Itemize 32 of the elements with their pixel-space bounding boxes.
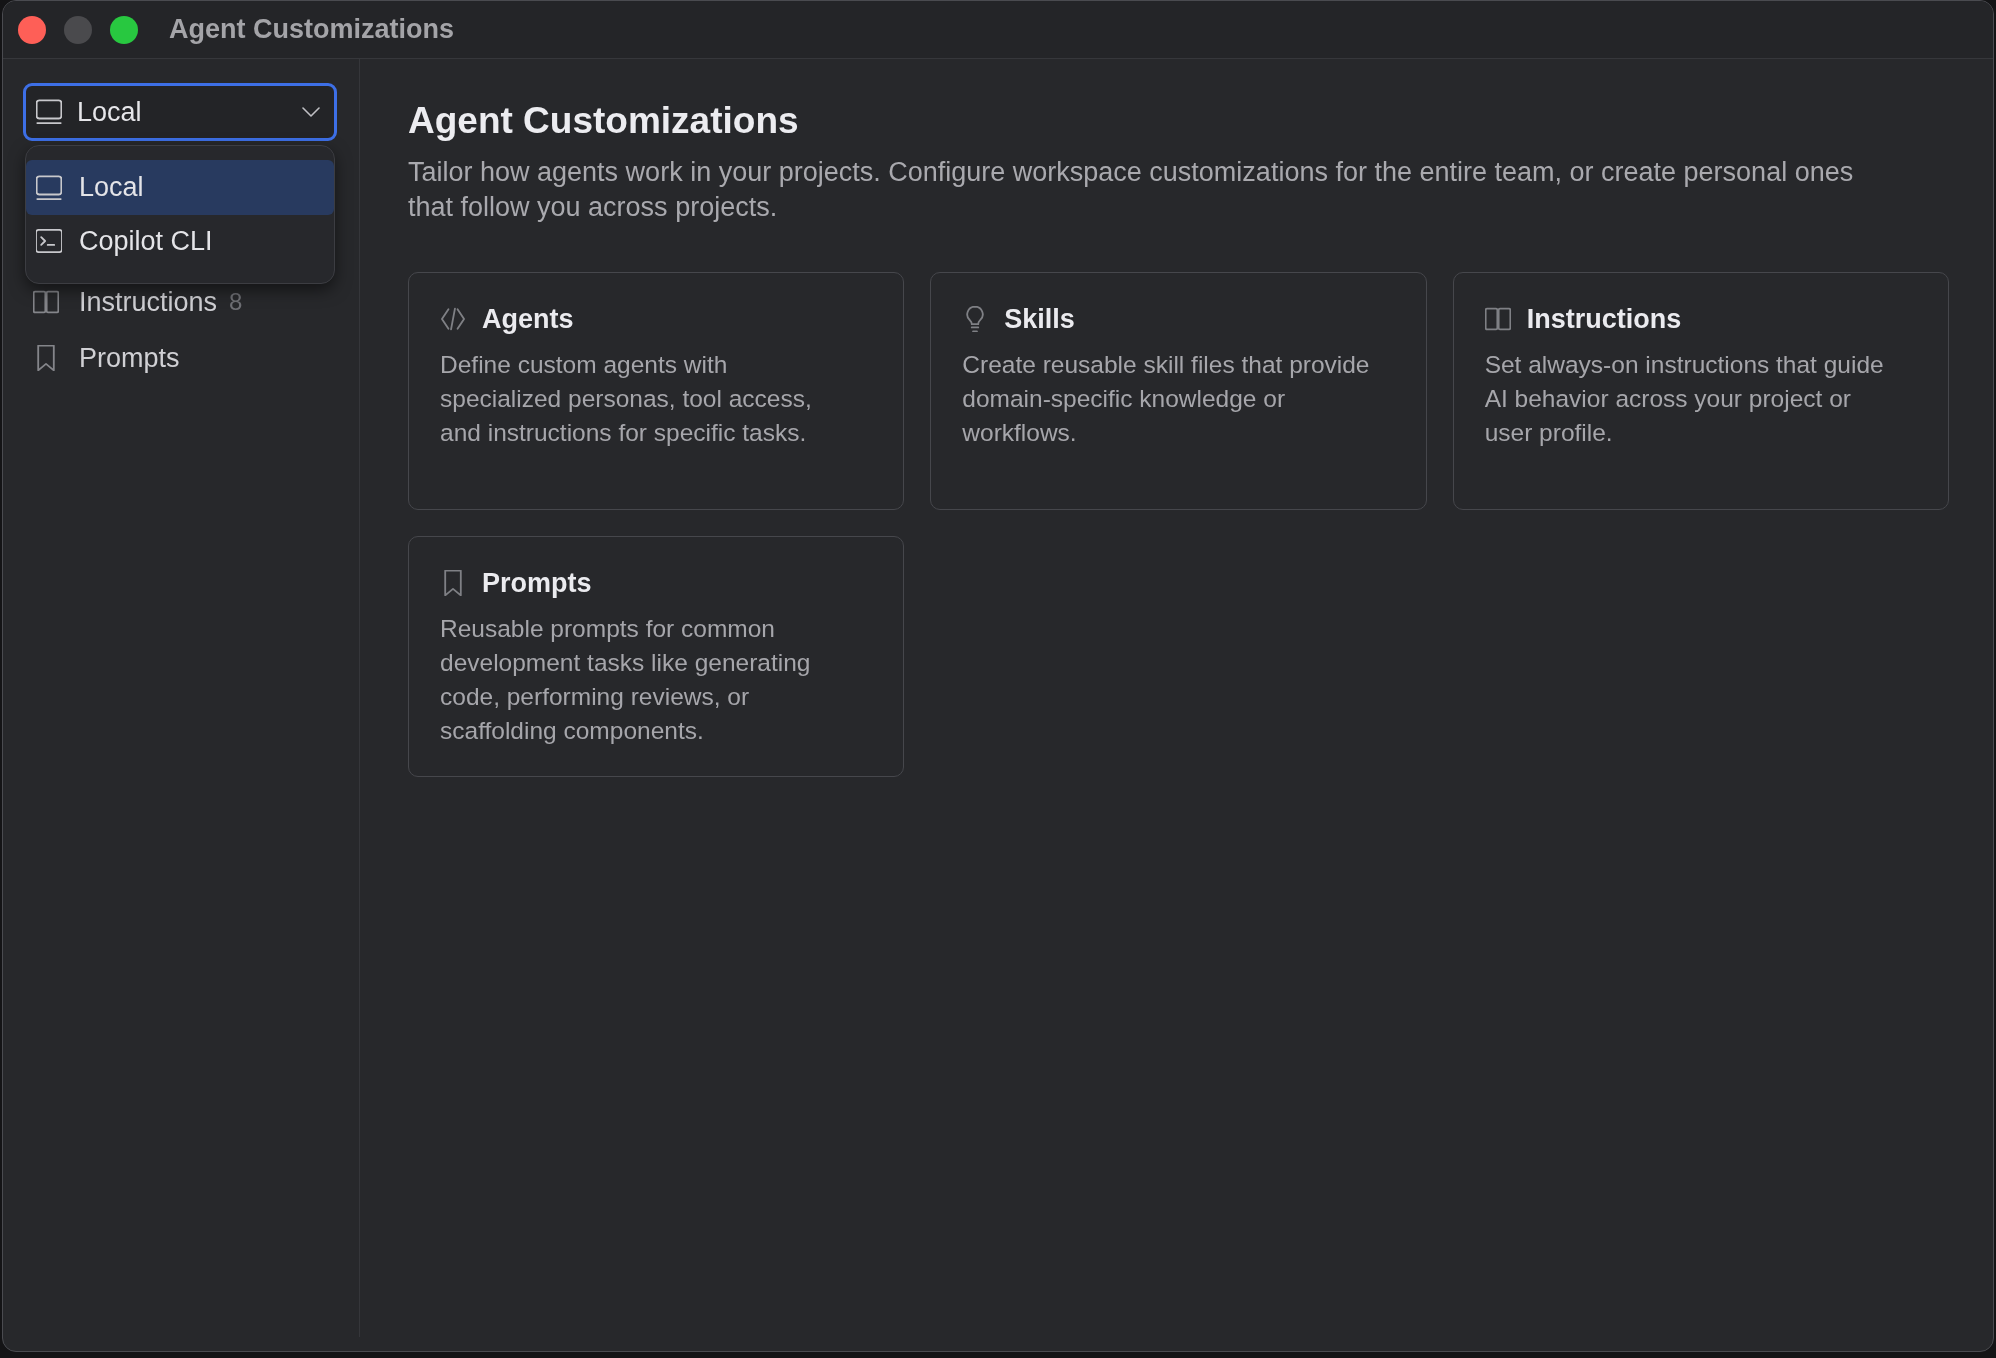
window-title: Agent Customizations [169,14,454,45]
sidebar-item-label: Prompts [79,342,180,374]
card-title: Agents [482,303,574,336]
card-description: Reusable prompts for common development tasks like generating code, performing reviews, or scaffolding components. [440,614,812,746]
zoom-window-icon[interactable] [110,15,138,44]
page-description: Tailor how agents work in your projects. Configure workspace customizations for the entire team, or create personal ones that follow you across projects. [408,156,1855,224]
terminal-icon [36,228,62,254]
sidebar-item[interactable]: Prompts [23,343,339,373]
dropdown-option[interactable]: Copilot CLI [26,215,334,267]
card-title: Prompts [482,567,592,600]
monitor-icon [36,99,62,125]
code-brackets-icon [440,306,466,332]
customization-card[interactable]: Instructions Set always-on instructions that guide AI behavior across your project or user profile. [1452,272,1949,510]
card-description: Set always-on instructions that guide AI behavior across your project or user profile. [1484,350,1885,448]
customization-card[interactable]: Agents Define custom agents with specialized personas, tool access, and instructions for specific tasks. [408,272,905,510]
page-heading: Agent Customizations [408,99,800,142]
source-select[interactable]: Local [23,83,337,141]
book-icon [33,289,59,315]
customization-card[interactable]: Prompts Reusable prompts for common development tasks like generating code, performing reviews, or scaffolding components. [408,536,905,777]
sidebar-item-label: Instructions [79,286,218,318]
item-count: 8 [229,288,243,316]
card-description: Define custom agents with specialized personas, tool access, and instructions for specific tasks. [440,350,813,448]
sidebar-item[interactable]: Instructions 8 [23,287,339,317]
customization-card[interactable]: Skills Create reusable skill files that provide domain-specific knowledge or workflows. [930,272,1427,510]
close-window-icon[interactable] [18,15,46,44]
monitor-icon [36,174,62,201]
chevron-down-icon [302,106,320,118]
card-description: Create reusable skill files that provide domain-specific knowledge or workflows. [962,350,1371,448]
book-icon [1484,306,1511,332]
card-title: Instructions [1526,303,1682,336]
dropdown-option[interactable]: Local [26,160,334,215]
card-title: Skills [1004,303,1075,336]
